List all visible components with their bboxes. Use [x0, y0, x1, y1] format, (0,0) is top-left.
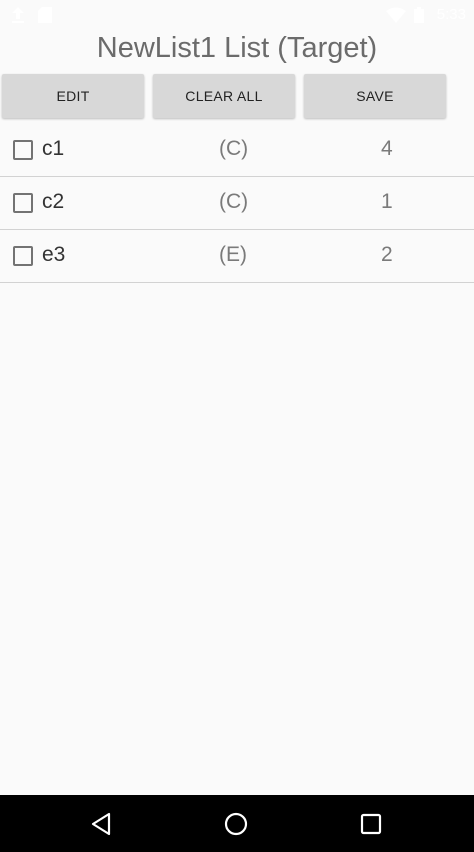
item-checkbox[interactable] [13, 193, 33, 213]
item-name: e3 [42, 243, 66, 266]
item-quantity: 4 [381, 137, 393, 160]
status-time: 5:33 [436, 6, 466, 23]
list-item[interactable]: c2 (C) 1 [0, 177, 474, 230]
back-icon[interactable] [87, 809, 117, 839]
item-category: (E) [219, 243, 247, 266]
clear-all-button[interactable]: CLEAR ALL [153, 74, 295, 118]
page-title: NewList1 List (Target) [96, 32, 378, 64]
item-category: (C) [219, 190, 249, 213]
item-category: (C) [219, 137, 249, 160]
status-bar: 5:33 [0, 0, 474, 28]
item-name: c1 [42, 137, 65, 160]
item-checkbox[interactable] [13, 246, 33, 266]
upload-icon [12, 7, 24, 25]
edit-button[interactable]: EDIT [2, 74, 144, 118]
wifi-icon [386, 7, 406, 25]
item-name: c2 [42, 190, 65, 213]
navigation-bar [0, 795, 474, 852]
home-icon[interactable] [221, 809, 251, 839]
item-quantity: 2 [381, 243, 393, 266]
battery-icon [414, 7, 424, 25]
list-item[interactable]: e3 (E) 2 [0, 230, 474, 283]
item-quantity: 1 [381, 190, 393, 213]
recents-icon[interactable] [356, 809, 386, 839]
item-checkbox[interactable] [13, 140, 33, 160]
save-button[interactable]: SAVE [304, 74, 446, 118]
sd-card-icon [38, 7, 52, 25]
list-item[interactable]: c1 (C) 4 [0, 124, 474, 177]
